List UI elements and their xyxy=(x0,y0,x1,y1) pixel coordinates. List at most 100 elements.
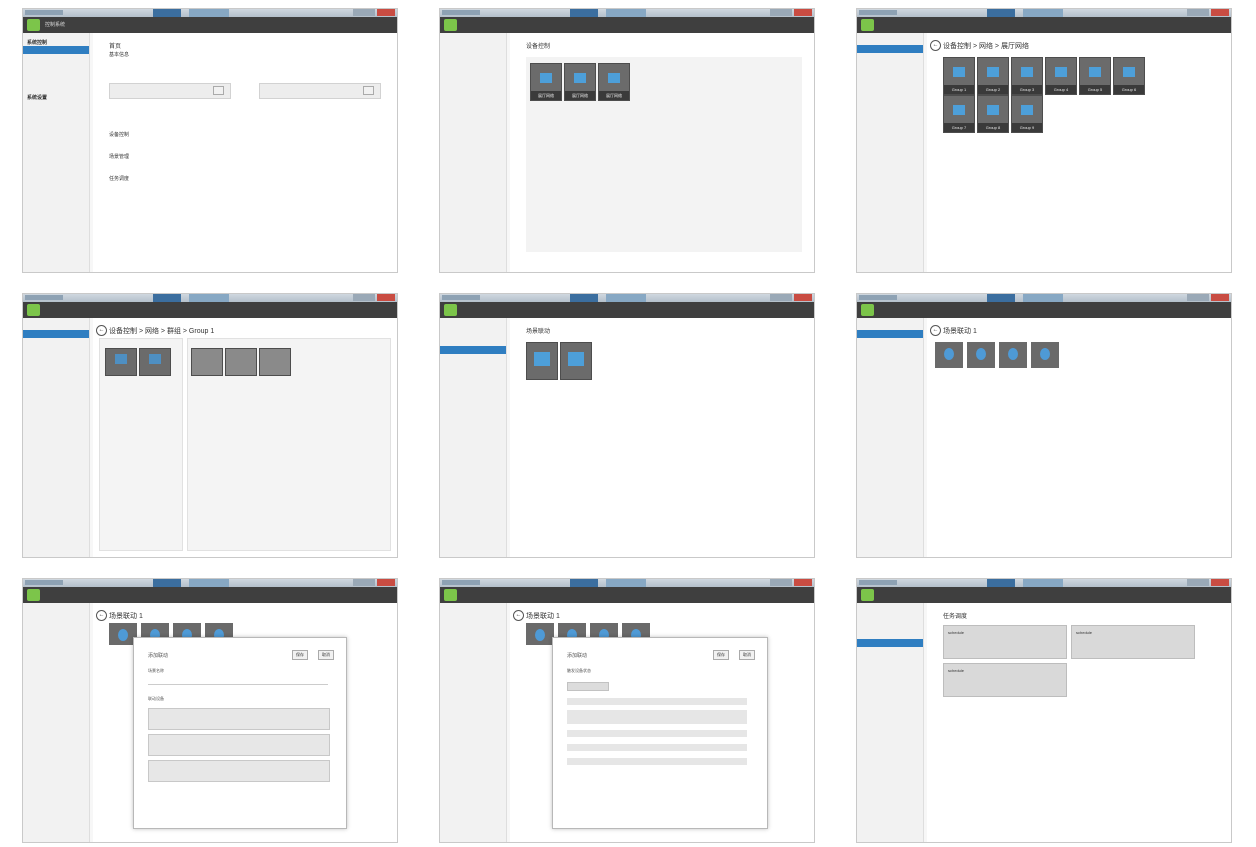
group-tile[interactable]: Group 8 xyxy=(977,95,1009,133)
sidebar-item[interactable] xyxy=(857,330,923,338)
setting-row[interactable] xyxy=(567,710,747,724)
app-header: 控制系统 xyxy=(23,17,397,33)
info-field xyxy=(109,83,231,99)
device-tile[interactable] xyxy=(191,348,223,376)
group-tile[interactable]: Group 6 xyxy=(1113,57,1145,95)
add-scene-dialog: 添加联动 保存 取消 场景名称 联动设备 xyxy=(133,637,347,829)
sidebar-item[interactable] xyxy=(23,338,89,346)
app-logo-icon xyxy=(861,19,874,31)
sidebar xyxy=(857,318,924,557)
back-icon[interactable]: ← xyxy=(96,610,107,621)
setting-row[interactable] xyxy=(567,744,747,751)
device-tile[interactable]: 展厅网络 xyxy=(564,63,596,101)
device-tile[interactable]: 展厅网络 xyxy=(530,63,562,101)
group-tile[interactable]: Group 3 xyxy=(1011,57,1043,95)
sidebar-item[interactable] xyxy=(440,61,506,69)
device-tile[interactable] xyxy=(225,348,257,376)
location-pin-tile[interactable] xyxy=(999,342,1027,368)
group-tile[interactable]: Group 5 xyxy=(1079,57,1111,95)
linked-device-row[interactable] xyxy=(148,734,330,756)
cancel-button[interactable]: 取消 xyxy=(739,650,755,660)
sidebar-group xyxy=(857,33,923,45)
app-logo-icon xyxy=(444,19,457,31)
sidebar-item[interactable] xyxy=(23,330,89,338)
close-button[interactable] xyxy=(794,9,812,16)
save-button[interactable]: 保存 xyxy=(292,650,308,660)
setting-row[interactable] xyxy=(567,698,747,705)
close-button[interactable] xyxy=(377,9,395,16)
sidebar-item[interactable] xyxy=(440,623,506,631)
sidebar-item[interactable] xyxy=(857,45,923,53)
group-tile[interactable]: Group 9 xyxy=(1011,95,1043,133)
sidebar-item[interactable] xyxy=(440,338,506,346)
section-label: 设备控制 xyxy=(109,132,130,138)
app-logo-icon xyxy=(444,589,457,601)
sidebar-item[interactable] xyxy=(23,62,89,70)
group-tile[interactable]: Group 2 xyxy=(977,57,1009,95)
location-pin-tile[interactable] xyxy=(1031,342,1059,368)
sidebar xyxy=(440,318,507,557)
sidebar-item[interactable] xyxy=(440,45,506,53)
dialog-subtitle: 触发设备状态 xyxy=(567,668,591,673)
page-title: 场景联动 xyxy=(526,329,551,335)
sidebar-item[interactable] xyxy=(857,623,923,631)
schedule-card[interactable]: schedule xyxy=(1071,625,1195,659)
device-tile[interactable] xyxy=(139,348,171,376)
screen-5: 场景联动 xyxy=(439,293,815,558)
sidebar-item[interactable] xyxy=(857,615,923,623)
close-button[interactable] xyxy=(1211,579,1229,586)
back-icon[interactable]: ← xyxy=(96,325,107,336)
sidebar-item-home[interactable] xyxy=(23,46,89,54)
scene-tile[interactable] xyxy=(526,342,558,380)
sidebar-item[interactable] xyxy=(23,623,89,631)
app-header xyxy=(440,17,814,33)
device-tile[interactable] xyxy=(259,348,291,376)
setting-row[interactable] xyxy=(567,730,747,737)
sidebar-item[interactable] xyxy=(440,346,506,354)
group-tile[interactable]: Group 7 xyxy=(943,95,975,133)
sidebar-item[interactable] xyxy=(857,631,923,639)
linked-device-row[interactable] xyxy=(148,760,330,782)
sidebar-item[interactable] xyxy=(23,615,89,623)
location-pin-tile[interactable] xyxy=(526,623,554,645)
sidebar-item[interactable] xyxy=(857,338,923,346)
location-pin-tile[interactable] xyxy=(967,342,995,368)
linked-device-row[interactable] xyxy=(148,708,330,730)
close-button[interactable] xyxy=(377,579,395,586)
mode-toggle[interactable] xyxy=(567,682,609,691)
sidebar-group xyxy=(440,33,506,45)
schedule-card[interactable]: schedule xyxy=(943,663,1067,697)
group-tile[interactable]: Group 1 xyxy=(943,57,975,95)
sidebar-item[interactable] xyxy=(23,70,89,78)
close-button[interactable] xyxy=(377,294,395,301)
save-button[interactable]: 保存 xyxy=(713,650,729,660)
back-icon[interactable]: ← xyxy=(930,325,941,336)
close-button[interactable] xyxy=(1211,9,1229,16)
group-tile[interactable]: Group 4 xyxy=(1045,57,1077,95)
close-button[interactable] xyxy=(794,294,812,301)
close-button[interactable] xyxy=(794,579,812,586)
sidebar-item[interactable] xyxy=(23,101,89,109)
device-tile[interactable]: 展厅网络 xyxy=(598,63,630,101)
scene-tile[interactable] xyxy=(560,342,592,380)
sidebar-item[interactable] xyxy=(440,615,506,623)
setting-row[interactable] xyxy=(567,758,747,765)
device-tile[interactable] xyxy=(105,348,137,376)
sidebar-item[interactable] xyxy=(857,53,923,61)
app-logo-icon xyxy=(27,589,40,601)
apply-button[interactable] xyxy=(212,86,224,95)
back-icon[interactable]: ← xyxy=(513,610,524,621)
schedule-card[interactable]: schedule xyxy=(943,625,1067,659)
sidebar-item[interactable] xyxy=(440,330,506,338)
sidebar-item[interactable] xyxy=(857,639,923,647)
sidebar-item[interactable] xyxy=(23,54,89,62)
section-label: 基本信息 xyxy=(109,52,130,58)
sidebar-item[interactable] xyxy=(440,53,506,61)
cancel-button[interactable]: 取消 xyxy=(318,650,334,660)
close-button[interactable] xyxy=(1211,294,1229,301)
sidebar xyxy=(23,603,90,842)
scene-name-input[interactable] xyxy=(148,676,328,685)
apply-button[interactable] xyxy=(362,86,374,95)
back-icon[interactable]: ← xyxy=(930,40,941,51)
location-pin-tile[interactable] xyxy=(935,342,963,368)
